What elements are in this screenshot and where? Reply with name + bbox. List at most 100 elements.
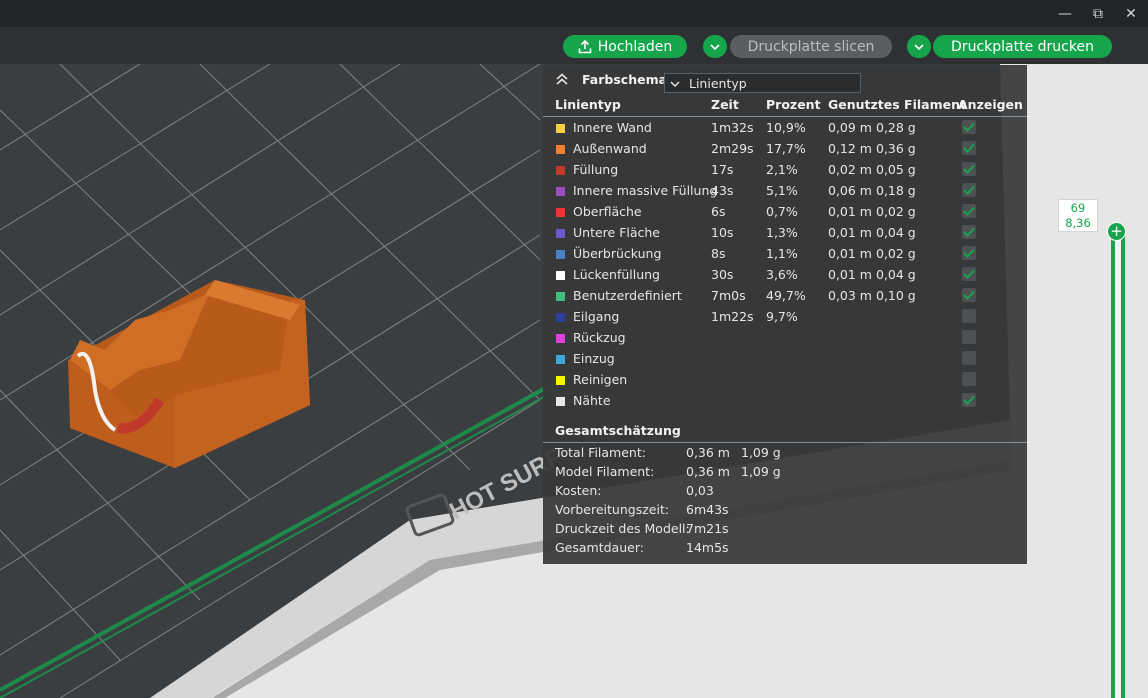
upload-button[interactable]: Hochladen <box>563 35 687 58</box>
print-options-button[interactable] <box>907 35 931 58</box>
col-header-type: Linientyp <box>555 97 621 112</box>
checkmark-icon <box>963 227 975 237</box>
summary-label: Total Filament: <box>555 445 646 460</box>
layer-slider-range <box>1115 235 1121 698</box>
line-type-meters: 0,09 m <box>828 120 872 135</box>
slice-plate-label: Druckplatte slicen <box>747 38 875 55</box>
upload-label: Hochladen <box>597 38 673 55</box>
summary-row: Gesamtdauer: 14m5s <box>543 538 1027 557</box>
show-checkbox[interactable] <box>962 372 976 386</box>
checkmark-icon <box>963 185 975 195</box>
summary-row: Vorbereitungszeit: 6m43s <box>543 500 1027 519</box>
color-scheme-dropdown[interactable]: Linientyp <box>664 73 861 93</box>
line-type-meters: 0,01 m <box>828 225 872 240</box>
line-type-percent: 1,3% <box>766 225 798 240</box>
legend-panel: Farbschema Linientyp Linientyp Zeit Proz… <box>543 65 1027 564</box>
col-header-time: Zeit <box>711 97 739 112</box>
show-checkbox[interactable] <box>962 309 976 323</box>
summary-value: 14m5s <box>686 540 729 555</box>
show-checkbox[interactable] <box>962 162 976 176</box>
legend-row: Untere Fläche 10s 1,3% 0,01 m 0,04 g <box>543 222 1027 243</box>
layer-slider-handle[interactable]: + <box>1107 222 1126 241</box>
line-type-name: Innere Wand <box>573 120 652 135</box>
line-type-time: 43s <box>711 183 734 198</box>
print-plate-button[interactable]: Druckplatte drucken <box>933 35 1112 58</box>
line-type-grams: 0,04 g <box>876 225 916 240</box>
summary-value: 0,36 m <box>686 445 730 460</box>
summary-row: Kosten: 0,03 <box>543 481 1027 500</box>
close-icon[interactable]: ✕ <box>1114 0 1148 27</box>
line-type-meters: 0,01 m <box>828 246 872 261</box>
show-checkbox[interactable] <box>962 183 976 197</box>
line-type-grams: 0,04 g <box>876 267 916 282</box>
line-type-name: Innere massive Füllung <box>573 183 718 198</box>
summary-label: Druckzeit des Modell: <box>555 521 690 536</box>
line-type-name: Eilgang <box>573 309 620 324</box>
line-type-name: Nähte <box>573 393 611 408</box>
checkmark-icon <box>963 143 975 153</box>
line-type-percent: 0,7% <box>766 204 798 219</box>
minimize-icon[interactable]: — <box>1048 0 1082 27</box>
line-type-time: 7m0s <box>711 288 746 303</box>
line-type-meters: 0,12 m <box>828 141 872 156</box>
show-checkbox[interactable] <box>962 288 976 302</box>
summary-row: Model Filament: 0,36 m 1,09 g <box>543 462 1027 481</box>
slice-plate-button[interactable]: Druckplatte slicen <box>730 35 892 58</box>
color-swatch <box>556 145 565 154</box>
line-type-meters: 0,01 m <box>828 204 872 219</box>
line-type-name: Überbrückung <box>573 246 662 261</box>
line-type-percent: 3,6% <box>766 267 798 282</box>
summary-row: Druckzeit des Modell: 7m21s <box>543 519 1027 538</box>
line-type-time: 8s <box>711 246 726 261</box>
show-checkbox[interactable] <box>962 120 976 134</box>
legend-row: Einzug <box>543 348 1027 369</box>
color-swatch <box>556 376 565 385</box>
show-checkbox[interactable] <box>962 204 976 218</box>
line-type-name: Lückenfüllung <box>573 267 660 282</box>
line-type-grams: 0,02 g <box>876 246 916 261</box>
summary-value: 6m43s <box>686 502 729 517</box>
summary-label: Gesamtdauer: <box>555 540 644 555</box>
show-checkbox[interactable] <box>962 351 976 365</box>
summary-label: Kosten: <box>555 483 602 498</box>
legend-row: Nähte <box>543 390 1027 411</box>
summary-label: Model Filament: <box>555 464 655 479</box>
line-type-time: 1m32s <box>711 120 754 135</box>
line-type-name: Einzug <box>573 351 615 366</box>
line-type-time: 6s <box>711 204 726 219</box>
color-swatch <box>556 187 565 196</box>
color-swatch <box>556 313 565 322</box>
show-checkbox[interactable] <box>962 246 976 260</box>
legend-row: Rückzug <box>543 327 1027 348</box>
legend-row: Benutzerdefiniert 7m0s 49,7% 0,03 m 0,10 g <box>543 285 1027 306</box>
show-checkbox[interactable] <box>962 330 976 344</box>
show-checkbox[interactable] <box>962 267 976 281</box>
line-type-time: 30s <box>711 267 734 282</box>
chevron-down-icon <box>914 43 924 50</box>
show-checkbox[interactable] <box>962 225 976 239</box>
checkmark-icon <box>963 248 975 258</box>
summary-value: 0,36 m <box>686 464 730 479</box>
summary-label: Vorbereitungszeit: <box>555 502 670 517</box>
line-type-name: Füllung <box>573 162 619 177</box>
line-type-time: 17s <box>711 162 734 177</box>
checkmark-icon <box>963 164 975 174</box>
color-swatch <box>556 271 565 280</box>
slice-options-button[interactable] <box>703 35 727 58</box>
chevron-down-icon <box>710 43 720 50</box>
legend-row: Eilgang 1m22s 9,7% <box>543 306 1027 327</box>
show-checkbox[interactable] <box>962 141 976 155</box>
line-type-time: 10s <box>711 225 734 240</box>
color-scheme-label: Farbschema <box>582 72 668 87</box>
show-checkbox[interactable] <box>962 393 976 407</box>
col-header-filament: Genutztes Filament <box>828 97 966 112</box>
layer-height: 8,36 <box>1065 216 1091 230</box>
legend-row: Innere Wand 1m32s 10,9% 0,09 m 0,28 g <box>543 117 1027 138</box>
checkmark-icon <box>963 122 975 132</box>
line-type-name: Außenwand <box>573 141 647 156</box>
summary-row: Total Filament: 0,36 m 1,09 g <box>543 443 1027 462</box>
collapse-icon[interactable] <box>555 73 569 85</box>
legend-row: Innere massive Füllung 43s 5,1% 0,06 m 0,18 … <box>543 180 1027 201</box>
color-swatch <box>556 397 565 406</box>
restore-icon[interactable]: ⧉ <box>1081 0 1115 27</box>
